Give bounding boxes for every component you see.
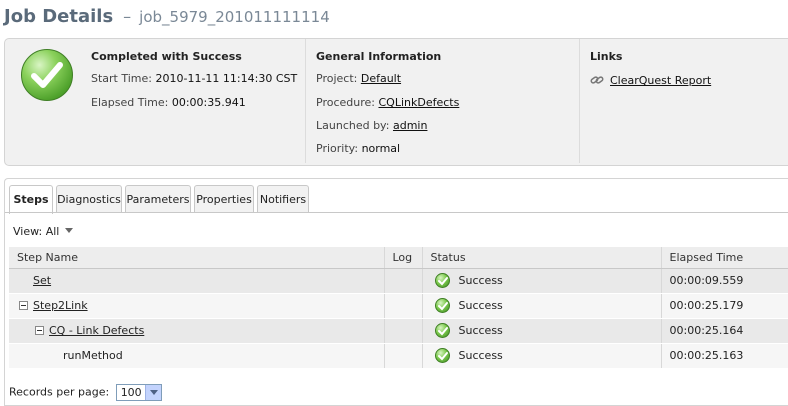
log-cell: [384, 293, 423, 319]
step-name-link[interactable]: Step2Link: [33, 299, 88, 312]
links-column: Links ClearQuest Report: [579, 39, 788, 163]
links-title: Links: [590, 50, 623, 63]
project-label: Project:: [316, 72, 358, 85]
elapsed-cell: 00:00:25.164: [661, 318, 788, 344]
general-info-title: General Information: [316, 50, 442, 63]
view-label: View:: [13, 225, 43, 238]
table-row[interactable]: Step2Link Success 00:00:25.179: [9, 293, 788, 319]
table-row[interactable]: runMethod Success 00:00:25.163: [9, 343, 788, 369]
records-per-page: Records per page: 100: [9, 384, 162, 401]
collapse-toggle-icon[interactable]: [35, 326, 44, 335]
steps-tab-panel: Steps Diagnostics Parameters Properties …: [4, 178, 788, 406]
launched-by-link[interactable]: admin: [393, 119, 427, 132]
chevron-down-icon[interactable]: [65, 228, 74, 233]
priority-row: Priority: normal: [316, 142, 400, 155]
launched-by-label: Launched by:: [316, 119, 390, 132]
log-cell: [384, 268, 423, 294]
column-header-status[interactable]: Status: [422, 247, 662, 269]
status-text: Success: [458, 324, 503, 337]
job-summary-panel: Completed with Success Start Time: 2010-…: [4, 38, 788, 166]
chevron-down-icon[interactable]: [144, 385, 161, 400]
success-icon: [434, 273, 450, 288]
records-per-page-label: Records per page:: [9, 385, 110, 399]
table-header-row: Step Name Log Status Elapsed Time: [9, 247, 788, 269]
success-check-icon: [21, 49, 73, 101]
success-icon: [434, 348, 450, 363]
status-title: Completed with Success: [91, 50, 242, 63]
column-header-log[interactable]: Log: [384, 247, 423, 269]
start-time-value: 2010-11-11 11:14:30 CST: [155, 72, 298, 85]
start-time-label: Start Time:: [91, 72, 152, 85]
tab-notifiers[interactable]: Notifiers: [257, 185, 309, 213]
tab-steps[interactable]: Steps: [9, 185, 53, 214]
records-per-page-value: 100: [120, 386, 142, 399]
tab-properties[interactable]: Properties: [194, 185, 254, 213]
success-icon: [434, 323, 450, 338]
elapsed-cell: 00:00:25.179: [661, 293, 788, 319]
priority-label: Priority:: [316, 142, 359, 155]
status-text: Success: [458, 299, 503, 312]
tab-divider: [5, 212, 788, 213]
start-time-row: Start Time: 2010-11-11 11:14:30 CST: [91, 72, 297, 85]
log-cell: [384, 318, 423, 344]
collapse-toggle-icon[interactable]: [19, 301, 28, 310]
elapsed-time-label: Elapsed Time:: [91, 96, 169, 109]
steps-table: Step Name Log Status Elapsed Time Set Su…: [9, 247, 788, 369]
status-column: Completed with Success Start Time: 2010-…: [91, 39, 303, 163]
procedure-row: Procedure: CQLinkDefects: [316, 96, 459, 109]
clearquest-link-row[interactable]: ClearQuest Report: [590, 74, 711, 89]
view-filter[interactable]: View: All: [13, 225, 74, 238]
priority-value: normal: [361, 142, 401, 155]
table-row[interactable]: CQ - Link Defects Success 00:00:25.164: [9, 318, 788, 344]
records-per-page-select[interactable]: 100: [115, 384, 162, 401]
elapsed-cell: 00:00:25.163: [661, 343, 788, 369]
clearquest-report-link[interactable]: ClearQuest Report: [610, 74, 711, 87]
tab-diagnostics[interactable]: Diagnostics: [56, 185, 122, 213]
launched-by-row: Launched by: admin: [316, 119, 427, 132]
elapsed-time-value: 00:00:35.941: [171, 96, 246, 109]
table-row[interactable]: Set Success 00:00:09.559: [9, 268, 788, 294]
tab-parameters[interactable]: Parameters: [125, 185, 191, 213]
step-name-link[interactable]: CQ - Link Defects: [49, 324, 144, 337]
page-header: Job Details – job_5979_201011111114: [4, 6, 330, 32]
step-name-link[interactable]: runMethod: [63, 349, 123, 362]
procedure-label: Procedure:: [316, 96, 375, 109]
elapsed-time-row: Elapsed Time: 00:00:35.941: [91, 96, 246, 109]
log-cell: [384, 343, 423, 369]
general-info-column: General Information Project: Default Pro…: [305, 39, 581, 163]
status-text: Success: [458, 349, 503, 362]
view-value[interactable]: All: [46, 225, 60, 238]
step-name-link[interactable]: Set: [33, 274, 51, 287]
page-title: Job Details: [4, 6, 114, 27]
title-separator: –: [123, 7, 132, 26]
status-text: Success: [458, 274, 503, 287]
project-link[interactable]: Default: [361, 72, 401, 85]
procedure-link[interactable]: CQLinkDefects: [378, 96, 459, 109]
success-icon: [434, 298, 450, 313]
project-row: Project: Default: [316, 72, 401, 85]
job-name: job_5979_201011111114: [139, 8, 330, 26]
column-header-step-name[interactable]: Step Name: [9, 247, 385, 269]
column-header-elapsed-time[interactable]: Elapsed Time: [661, 247, 788, 269]
link-chain-icon: [590, 74, 604, 89]
elapsed-cell: 00:00:09.559: [661, 268, 788, 294]
